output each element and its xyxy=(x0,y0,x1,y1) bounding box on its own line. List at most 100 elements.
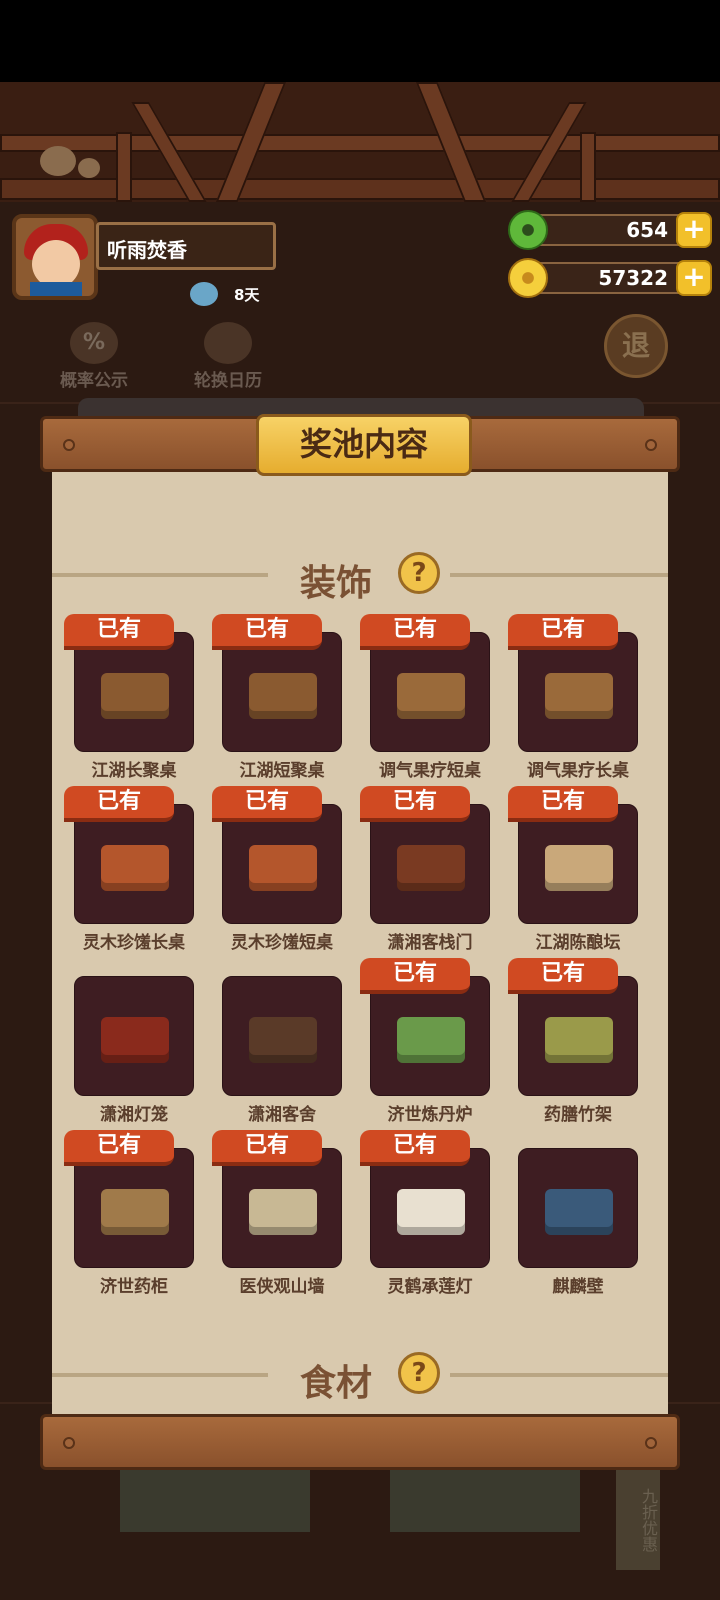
prize-item[interactable]: 已有调气果疗短桌 xyxy=(360,614,500,784)
add-coin-button[interactable]: + xyxy=(676,260,712,296)
owned-badge: 已有 xyxy=(508,614,618,650)
item-card xyxy=(74,632,194,752)
prize-item[interactable]: 潇湘灯笼 xyxy=(64,958,204,1128)
help-icon[interactable]: ? xyxy=(398,552,440,594)
feast-table-icon xyxy=(249,845,317,891)
owned-badge: 已有 xyxy=(360,958,470,994)
owned-badge: 已有 xyxy=(212,614,322,650)
section-ingredients-header: 食材 ? xyxy=(52,1348,668,1404)
coin-icon xyxy=(508,258,548,298)
prize-item[interactable]: 已有 江湖短聚桌 xyxy=(212,614,352,784)
item-card xyxy=(518,976,638,1096)
item-card xyxy=(370,1148,490,1268)
exit-button[interactable]: 退 xyxy=(604,314,668,378)
owned-badge: 已有 xyxy=(508,958,618,994)
guest-room-icon xyxy=(249,1017,317,1063)
item-name: 济世药柜 xyxy=(100,1277,168,1297)
player-name-box: 听雨焚香 xyxy=(96,222,276,270)
jade-icon xyxy=(508,210,548,250)
add-jade-button[interactable]: + xyxy=(676,212,712,248)
days-value: 8天 xyxy=(234,286,260,304)
modal-bottom-bar xyxy=(40,1414,680,1470)
item-card xyxy=(222,632,342,752)
alchemy-furnace-icon xyxy=(397,1017,465,1063)
section-decoration-header: 装饰 ? xyxy=(52,548,668,604)
owned-badge: 已有 xyxy=(64,614,174,650)
prize-item[interactable]: 已有灵鹤承莲灯 xyxy=(360,1130,500,1300)
owned-badge: 已有 xyxy=(360,614,470,650)
prize-item[interactable]: 已有 调气果疗长桌 xyxy=(508,614,648,784)
crane-lamp-icon xyxy=(397,1189,465,1235)
mountain-wall-icon xyxy=(249,1189,317,1235)
prize-item[interactable]: 已有济世炼丹炉 xyxy=(360,958,500,1128)
prize-item[interactable]: 已有药膳竹架 xyxy=(508,958,648,1128)
discount-tag: 九折优惠 xyxy=(616,1470,660,1570)
prize-item[interactable]: 已有江湖陈酿坛 xyxy=(508,786,648,956)
avatar[interactable] xyxy=(12,214,98,300)
prize-item[interactable]: 已有医侠观山墙 xyxy=(212,1130,352,1300)
item-name: 济世炼丹炉 xyxy=(387,1105,473,1125)
calendar-button[interactable]: 轮换日历 xyxy=(180,322,276,391)
feast-table-icon xyxy=(101,845,169,891)
modal-title: 奖池内容 xyxy=(256,414,472,476)
prize-item[interactable]: 已有江湖长聚桌 xyxy=(64,614,204,784)
item-card xyxy=(518,1148,638,1268)
owned-badge: 已有 xyxy=(212,786,322,822)
item-card xyxy=(518,804,638,924)
jade-currency: 654 + xyxy=(508,210,712,250)
item-name: 医侠观山墙 xyxy=(239,1277,325,1297)
item-card xyxy=(370,976,490,1096)
item-card xyxy=(370,632,490,752)
tea-table-icon xyxy=(101,673,169,719)
prize-pool-scroll[interactable]: 装饰 ? 已有 江湖长聚桌 已有 江湖短聚桌 已有 调气果疗短桌 已有 调气果疗长桌 已有 灵木珍… xyxy=(52,468,668,1416)
prize-item[interactable]: 麒麟壁 xyxy=(508,1130,648,1300)
item-name: 药膳竹架 xyxy=(544,1105,612,1125)
item-name: 江湖陈酿坛 xyxy=(535,933,621,953)
owned-badge: 已有 xyxy=(64,1130,174,1166)
help-icon[interactable]: ? xyxy=(398,1352,440,1394)
probability-button[interactable]: % 概率公示 xyxy=(46,322,142,391)
owned-badge: 已有 xyxy=(212,1130,322,1166)
fruit-table-icon xyxy=(397,673,465,719)
item-card xyxy=(222,804,342,924)
item-name: 调气果疗短桌 xyxy=(379,761,481,781)
item-card xyxy=(74,804,194,924)
inn-door-icon xyxy=(397,845,465,891)
medicine-cabinet-icon xyxy=(101,1189,169,1235)
item-name: 灵木珍馐短桌 xyxy=(231,933,333,953)
item-name: 江湖长聚桌 xyxy=(91,761,177,781)
item-card xyxy=(74,1148,194,1268)
item-name: 麒麟壁 xyxy=(552,1277,604,1297)
prize-item[interactable]: 已有灵木珍馐短桌 xyxy=(212,786,352,956)
prize-item[interactable]: 已有济世药柜 xyxy=(64,1130,204,1300)
chick-icon xyxy=(78,158,100,178)
item-name: 灵鹤承莲灯 xyxy=(387,1277,473,1297)
owned-badge: 已有 xyxy=(360,1130,470,1166)
item-card xyxy=(518,632,638,752)
prize-item[interactable]: 潇湘客舍 xyxy=(212,958,352,1128)
coin-value: 57322 xyxy=(598,266,668,290)
coin-currency: 57322 + xyxy=(508,258,712,298)
owned-badge: 已有 xyxy=(508,786,618,822)
qilin-wall-icon xyxy=(545,1189,613,1235)
prize-item[interactable]: 已有 灵木珍馐长桌 xyxy=(64,786,204,956)
roof-beams xyxy=(0,82,720,202)
calendar-icon xyxy=(204,322,252,364)
item-name: 潇湘灯笼 xyxy=(100,1105,168,1125)
prize-item[interactable]: 已有潇湘客栈门 xyxy=(360,786,500,956)
tea-table-icon xyxy=(249,673,317,719)
item-name: 潇湘客栈门 xyxy=(387,933,473,953)
section-title: 食材 xyxy=(300,1363,373,1404)
owned-badge: 已有 xyxy=(360,786,470,822)
jade-value: 654 xyxy=(626,218,668,242)
player-name: 听雨焚香 xyxy=(107,238,187,262)
status-bar xyxy=(0,0,720,82)
owned-badge: 已有 xyxy=(64,786,174,822)
item-name: 潇湘客舍 xyxy=(248,1105,316,1125)
item-card xyxy=(74,976,194,1096)
background-button xyxy=(390,1470,580,1532)
probability-label: 概率公示 xyxy=(60,371,128,391)
chick-icon xyxy=(40,146,76,176)
lantern-icon xyxy=(101,1017,169,1063)
percent-icon: % xyxy=(70,322,118,364)
